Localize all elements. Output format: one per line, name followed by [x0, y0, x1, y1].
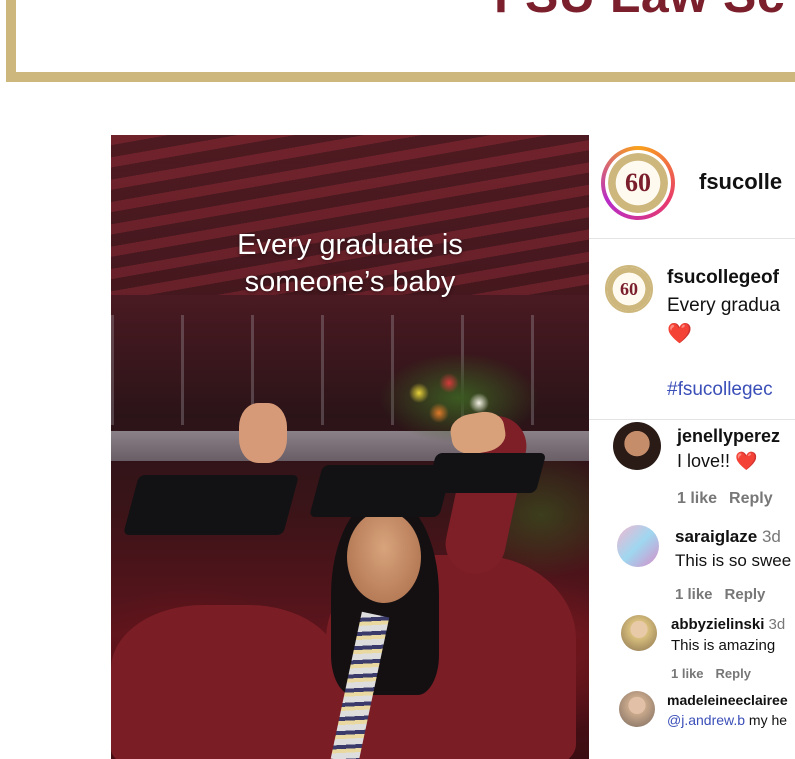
post-sidebar: 60 fsucolle 60 fsucollegeof Every gradua…: [589, 135, 795, 759]
account-username[interactable]: fsucolle: [699, 169, 782, 195]
commenter-avatar[interactable]: [619, 691, 655, 727]
comment-time: 3d: [768, 616, 786, 633]
graduate-gown-left: [111, 605, 341, 759]
account-avatar[interactable]: 60: [601, 146, 675, 220]
overlay-line-1: Every graduate is: [237, 229, 463, 261]
comment-username-text[interactable]: abbyzielinski: [671, 616, 764, 633]
college-logo-icon: 60: [608, 153, 668, 213]
comment-body: my he: [745, 712, 788, 728]
heart-emoji: ❤️: [667, 323, 692, 345]
reply-button[interactable]: Reply: [725, 586, 766, 603]
caption-username[interactable]: fsucollegeof: [667, 267, 779, 289]
comment-text: I love!! ❤️: [677, 451, 757, 472]
commenter-avatar[interactable]: [613, 422, 661, 470]
header-banner: FSU Law Sc: [6, 0, 795, 82]
reply-button[interactable]: Reply: [729, 490, 773, 507]
graduate-face: [347, 511, 421, 603]
like-count[interactable]: 1 like: [677, 490, 717, 507]
caption-avatar[interactable]: 60: [605, 265, 653, 313]
comment-username[interactable]: jenellyperez: [677, 426, 780, 447]
banner-title: FSU Law Sc: [494, 0, 785, 24]
college-logo-small-icon: 60: [605, 265, 653, 313]
comment-text: This is so swee: [675, 551, 792, 570]
comment-time: 3d: [761, 527, 781, 546]
divider: [589, 419, 795, 420]
comment-text: This is amazing: [671, 637, 776, 654]
waving-hand-left: [239, 403, 287, 463]
commenter-avatar[interactable]: [617, 525, 659, 567]
post-header: 60 fsucolle: [589, 135, 795, 239]
heart-emoji: ❤️: [735, 451, 758, 471]
comment-body: I love!!: [677, 451, 731, 471]
comment-username-text[interactable]: saraiglaze: [675, 527, 757, 546]
comment-meta: 1 like Reply: [671, 666, 751, 681]
mortarboard-cap-right: [425, 453, 547, 493]
image-overlay-text: Every graduate is someone’s baby: [111, 227, 589, 301]
comment-username[interactable]: madeleineeclairee: [667, 692, 788, 708]
post-photo[interactable]: Every graduate is someone’s baby: [111, 135, 589, 759]
comment-username[interactable]: abbyzielinski 3d: [671, 616, 785, 633]
commenter-avatar[interactable]: [621, 615, 657, 651]
comment-username[interactable]: saraiglaze 3d: [675, 527, 781, 547]
caption-text: Every gradua: [667, 295, 781, 316]
overlay-line-2: someone’s baby: [244, 266, 456, 298]
like-count[interactable]: 1 like: [671, 666, 704, 681]
caption-hashtag[interactable]: #fsucollegec: [667, 379, 773, 401]
mortarboard-cap-left: [122, 475, 300, 535]
embedded-post: Every graduate is someone’s baby 60 fsuc…: [111, 135, 795, 759]
comment-meta: 1 like Reply: [675, 586, 765, 603]
comment-mention[interactable]: @j.andrew.b: [667, 712, 745, 728]
reply-button[interactable]: Reply: [716, 666, 751, 681]
comment-text: @j.andrew.b my he: [667, 712, 787, 728]
like-count[interactable]: 1 like: [675, 586, 713, 603]
comment-meta: 1 like Reply: [677, 490, 773, 508]
